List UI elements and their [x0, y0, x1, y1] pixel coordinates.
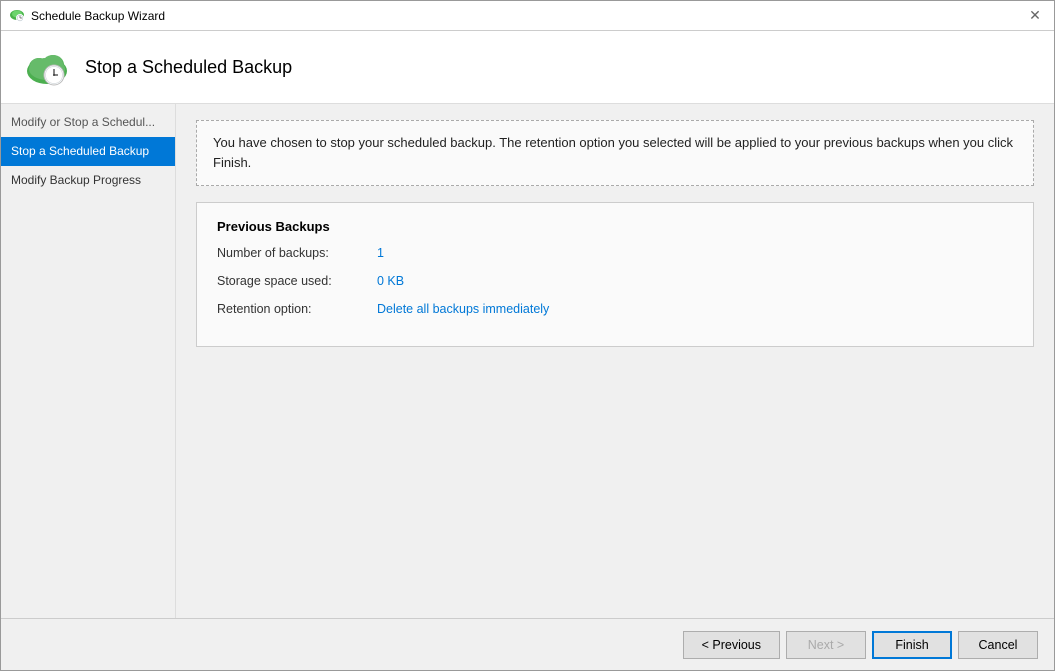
sidebar-item-modify-progress[interactable]: Modify Backup Progress [1, 166, 175, 195]
footer: < Previous Next > Finish Cancel [1, 618, 1054, 670]
value-number-of-backups: 1 [377, 246, 384, 260]
close-button[interactable]: ✕ [1024, 5, 1046, 27]
label-number-of-backups: Number of backups: [217, 246, 377, 260]
sidebar: Modify or Stop a Schedul... Stop a Sched… [1, 104, 176, 618]
title-bar: Schedule Backup Wizard ✕ [1, 1, 1054, 31]
title-bar-title: Schedule Backup Wizard [31, 9, 165, 23]
info-box: You have chosen to stop your scheduled b… [196, 120, 1034, 186]
data-row-retention: Retention option: Delete all backups imm… [217, 302, 1013, 316]
main-window: Schedule Backup Wizard ✕ [0, 0, 1055, 671]
header-area: Stop a Scheduled Backup [1, 31, 1054, 104]
main-panel: You have chosen to stop your scheduled b… [176, 104, 1054, 618]
finish-button[interactable]: Finish [872, 631, 952, 659]
previous-button[interactable]: < Previous [683, 631, 780, 659]
label-storage-used: Storage space used: [217, 274, 377, 288]
title-bar-left: Schedule Backup Wizard [9, 8, 165, 24]
data-row-storage: Storage space used: 0 KB [217, 274, 1013, 288]
info-text: You have chosen to stop your scheduled b… [213, 135, 1013, 170]
data-box: Previous Backups Number of backups: 1 St… [196, 202, 1034, 347]
label-retention: Retention option: [217, 302, 377, 316]
data-box-title: Previous Backups [217, 219, 1013, 234]
sidebar-item-modify-or-stop[interactable]: Modify or Stop a Schedul... [1, 108, 175, 137]
next-button[interactable]: Next > [786, 631, 866, 659]
data-row-backups: Number of backups: 1 [217, 246, 1013, 260]
sidebar-item-stop-scheduled[interactable]: Stop a Scheduled Backup [1, 137, 175, 166]
cancel-button[interactable]: Cancel [958, 631, 1038, 659]
value-retention: Delete all backups immediately [377, 302, 549, 316]
page-title: Stop a Scheduled Backup [85, 57, 292, 78]
content-area: Modify or Stop a Schedul... Stop a Sched… [1, 104, 1054, 618]
header-icon [21, 43, 69, 91]
app-icon [9, 8, 25, 24]
value-storage-used: 0 KB [377, 274, 404, 288]
